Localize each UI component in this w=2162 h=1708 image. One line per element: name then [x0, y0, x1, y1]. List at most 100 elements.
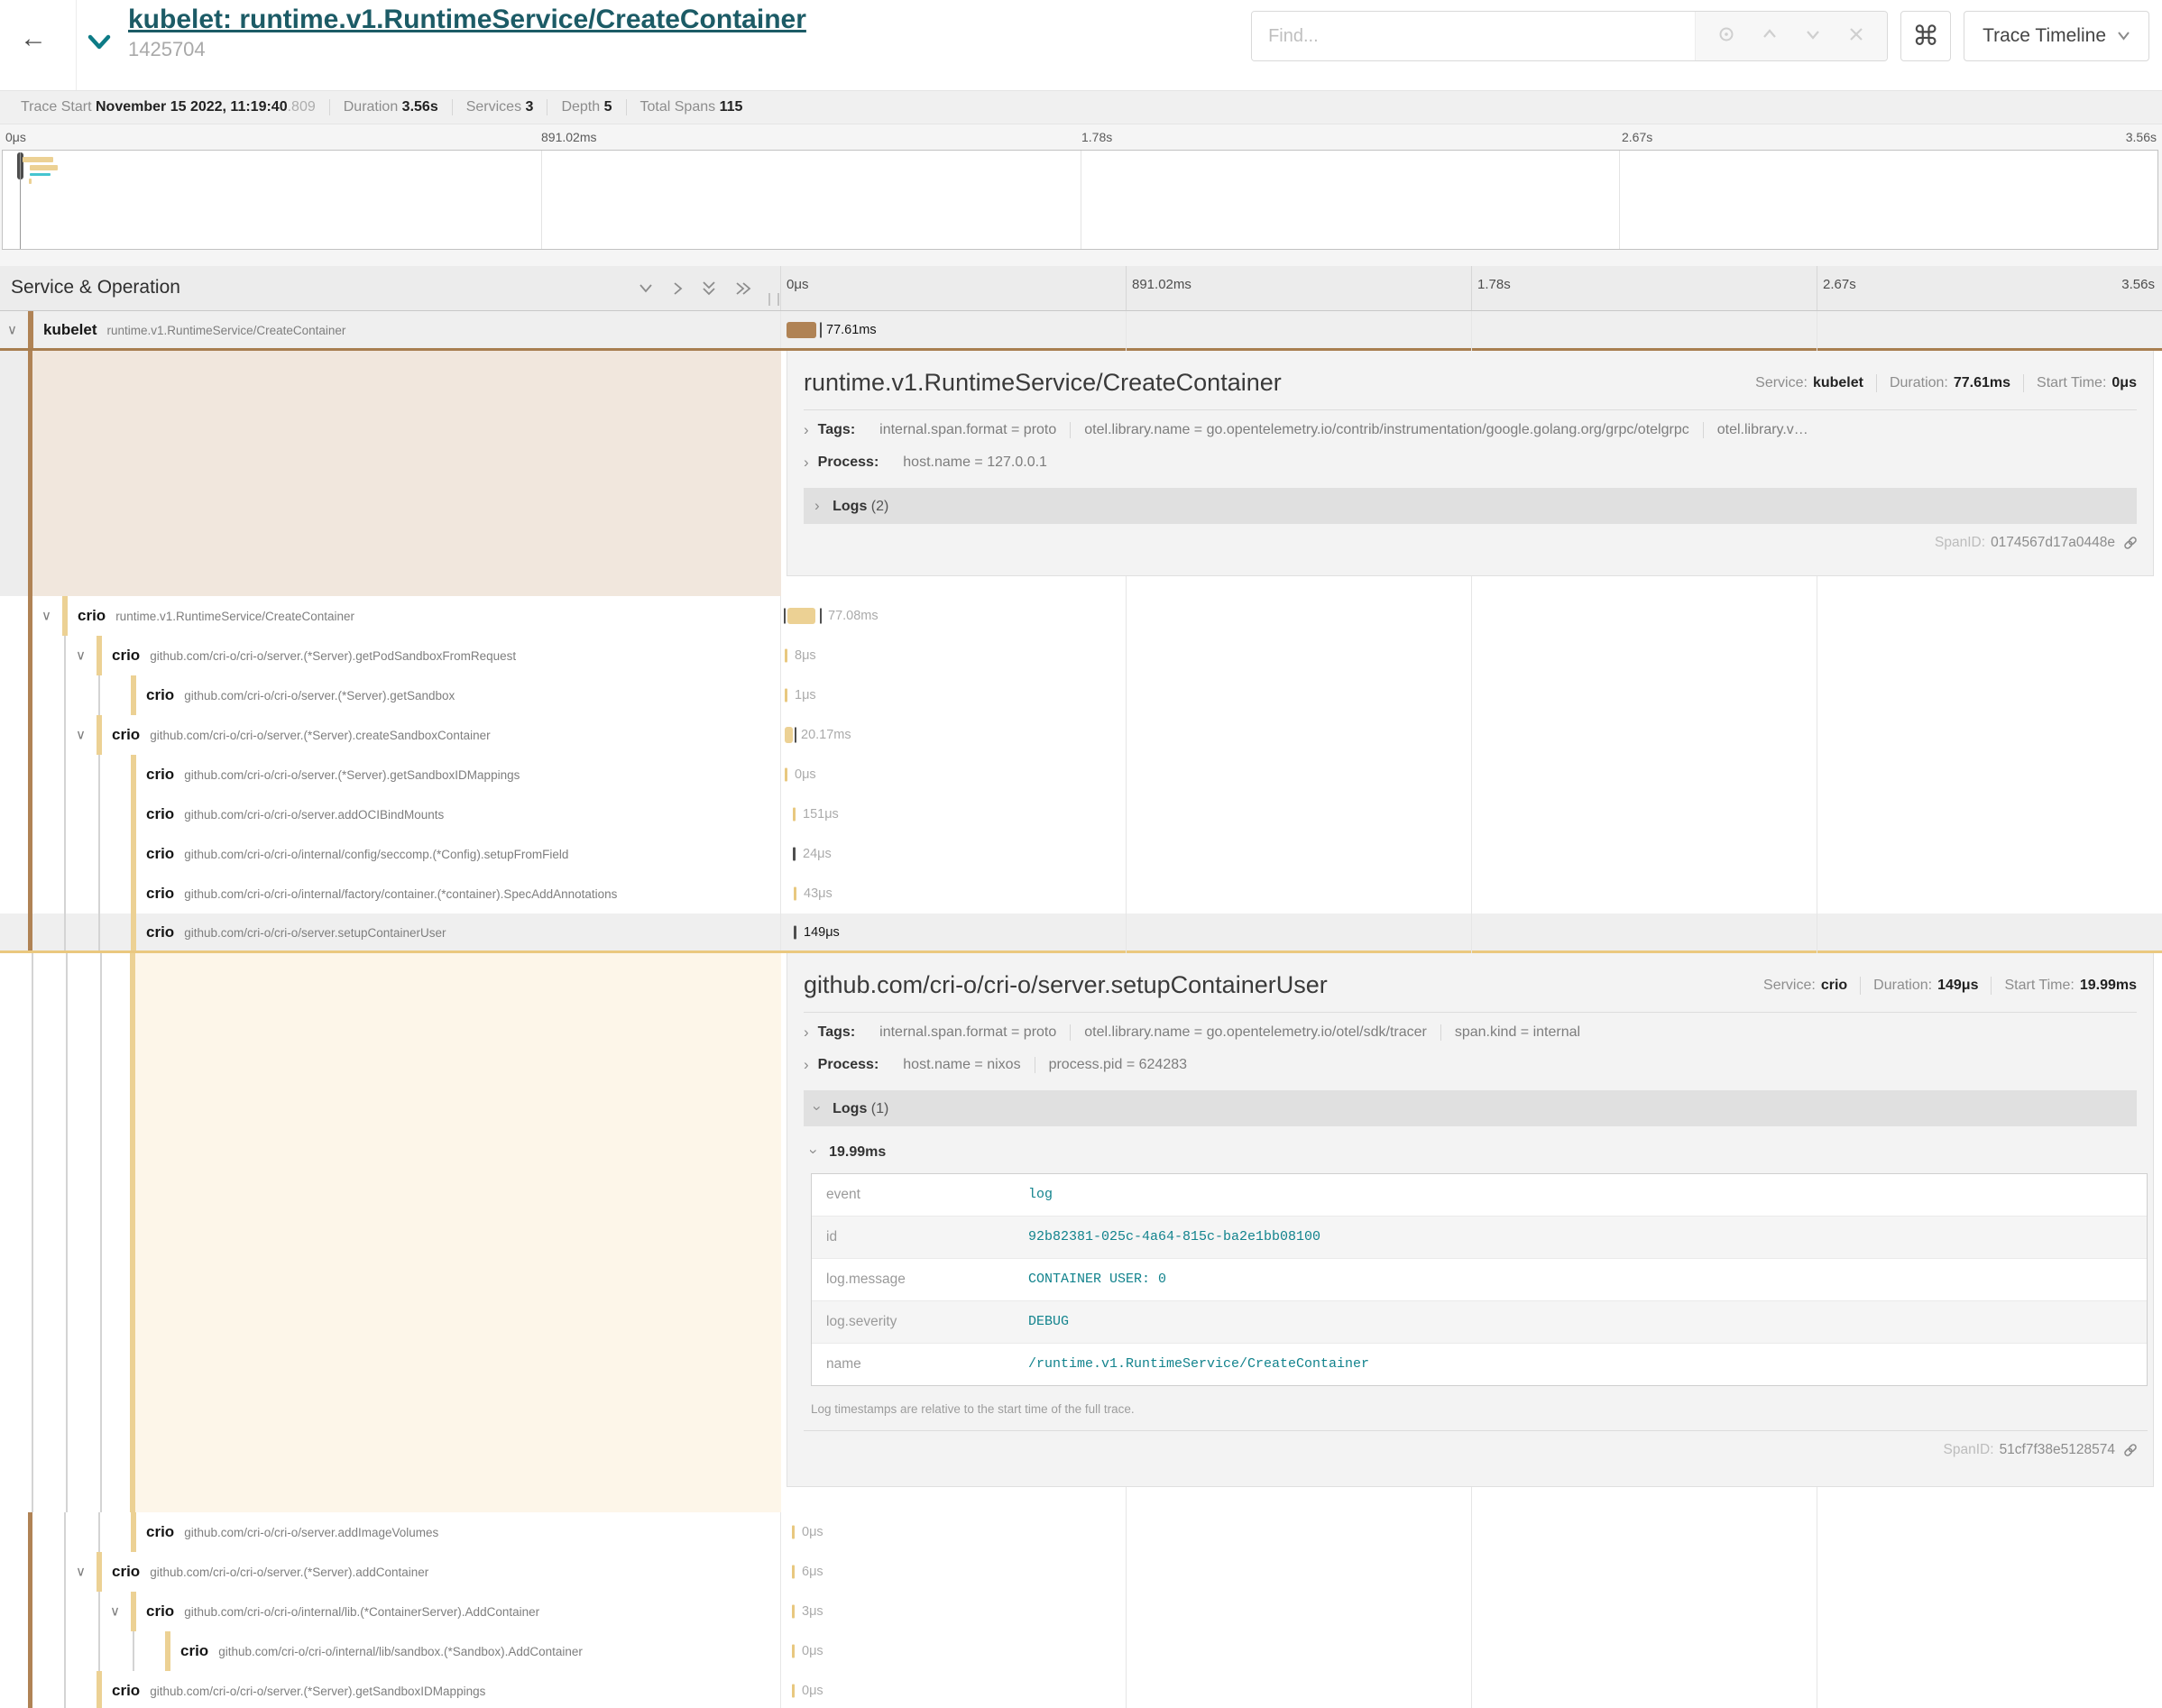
tag-item: otel.library.name = go.opentelemetry.io/…: [1070, 1024, 1440, 1041]
next-result-icon[interactable]: [1791, 24, 1835, 48]
span-name: criogithub.com/cri-o/cri-o/server.setupC…: [146, 923, 446, 941]
span-row[interactable]: criogithub.com/cri-o/cri-o/internal/conf…: [0, 834, 2162, 874]
operation-name: github.com/cri-o/cri-o/server.(*Server).…: [150, 1566, 428, 1579]
duration-label: 0μs: [802, 1525, 823, 1539]
collapse-one-icon[interactable]: [637, 280, 655, 301]
span-row[interactable]: ∨criogithub.com/cri-o/cri-o/server.(*Ser…: [0, 715, 2162, 755]
tags-accordion[interactable]: › Tags: internal.span.format = proto ote…: [787, 410, 2153, 443]
prev-result-icon[interactable]: [1748, 24, 1791, 48]
span-row[interactable]: ∨criogithub.com/cri-o/cri-o/internal/lib…: [0, 1592, 2162, 1631]
span-row[interactable]: ∨kubeletruntime.v1.RuntimeService/Create…: [0, 311, 2162, 351]
span-tick[interactable]: [794, 887, 796, 901]
expander-icon[interactable]: ∨: [7, 323, 17, 336]
expander-icon[interactable]: ∨: [76, 1566, 86, 1579]
log-mark: [795, 728, 796, 743]
tree-controls: [637, 280, 752, 301]
span-color-bar: [97, 715, 102, 755]
operation-name: github.com/cri-o/cri-o/internal/config/s…: [184, 848, 568, 861]
span-bar[interactable]: [785, 727, 793, 743]
log-timestamps-note: Log timestamps are relative to the start…: [804, 1386, 2148, 1431]
span-tick[interactable]: [793, 848, 796, 861]
indent-guide: [98, 1631, 100, 1671]
trace-duration: Duration 3.56s: [329, 99, 452, 115]
indent-guide: [28, 914, 32, 950]
indent-guide: [100, 953, 102, 1512]
span-id-row: SpanID: 51cf7f38e5128574: [787, 1431, 2153, 1458]
span-row[interactable]: criogithub.com/cri-o/cri-o/server.(*Serv…: [0, 1671, 2162, 1708]
find-input[interactable]: [1252, 12, 1695, 60]
service-name: crio: [112, 726, 140, 743]
span-row[interactable]: criogithub.com/cri-o/cri-o/server.addOCI…: [0, 794, 2162, 834]
chevron-down-icon: ›: [805, 1149, 823, 1154]
span-row[interactable]: ∨crioruntime.v1.RuntimeService/CreateCon…: [0, 596, 2162, 636]
column-resizer[interactable]: [768, 293, 779, 306]
span-tick[interactable]: [792, 1566, 795, 1579]
expand-all-icon[interactable]: [734, 280, 752, 301]
span-color-bar: [97, 1552, 102, 1592]
span-tick[interactable]: [792, 1605, 795, 1619]
span-tick[interactable]: [792, 1526, 795, 1539]
process-accordion[interactable]: › Process: host.name = nixos process.pid…: [787, 1045, 2153, 1078]
span-name-cell: criogithub.com/cri-o/cri-o/internal/fact…: [0, 874, 781, 914]
span-tick[interactable]: [785, 768, 787, 782]
span-row[interactable]: criogithub.com/cri-o/cri-o/internal/fact…: [0, 874, 2162, 914]
indent-guide: [28, 874, 32, 914]
trace-title-link[interactable]: kubelet: runtime.v1.RuntimeService/Creat…: [128, 4, 806, 36]
tags-accordion[interactable]: › Tags: internal.span.format = proto ote…: [787, 1013, 2153, 1045]
span-tick[interactable]: [792, 1685, 795, 1698]
logs-accordion[interactable]: › Logs (1): [804, 1090, 2137, 1126]
duration-label: 43μs: [804, 886, 833, 901]
expander-icon[interactable]: ∨: [41, 610, 51, 623]
minimap-tick: 1.78s: [1081, 130, 1112, 144]
minimap-tick: 891.02ms: [541, 130, 596, 144]
span-row[interactable]: criogithub.com/cri-o/cri-o/server.setupC…: [0, 914, 2162, 953]
span-color-bar: [28, 311, 33, 348]
indent-guide: [64, 1552, 66, 1592]
span-row[interactable]: criogithub.com/cri-o/cri-o/server.(*Serv…: [0, 675, 2162, 715]
span-tick[interactable]: [793, 808, 796, 822]
log-entry-header[interactable]: › 19.99ms: [811, 1128, 2137, 1161]
service-name: crio: [146, 1523, 174, 1540]
detail-span-name: runtime.v1.RuntimeService/CreateContaine…: [804, 369, 1755, 397]
view-select-button[interactable]: Trace Timeline: [1964, 11, 2149, 61]
indent-guide: [64, 675, 66, 715]
keyboard-shortcuts-button[interactable]: ⌘: [1900, 11, 1951, 61]
span-bar[interactable]: [787, 608, 815, 624]
link-icon[interactable]: [2122, 1442, 2139, 1458]
span-tick[interactable]: [785, 689, 787, 702]
span-row[interactable]: ∨criogithub.com/cri-o/cri-o/server.(*Ser…: [0, 636, 2162, 675]
span-id-value: 51cf7f38e5128574: [2000, 1442, 2115, 1458]
back-arrow-icon[interactable]: ←: [20, 25, 47, 52]
span-row[interactable]: criogithub.com/cri-o/cri-o/server.(*Serv…: [0, 755, 2162, 794]
span-tick[interactable]: [785, 649, 787, 663]
log-mark: [820, 322, 822, 337]
header-controls: ⌘ Trace Timeline: [1251, 11, 2149, 63]
indent-guide: [28, 1631, 32, 1671]
span-row[interactable]: criogithub.com/cri-o/cri-o/internal/lib/…: [0, 1631, 2162, 1671]
chevron-right-icon: ›: [804, 454, 809, 472]
minimap-gridline: [541, 151, 542, 249]
trace-collapse-icon[interactable]: [87, 32, 112, 55]
minimap-canvas[interactable]: [2, 150, 2158, 250]
indent-guide: [98, 914, 100, 950]
expand-one-icon[interactable]: [671, 280, 684, 301]
indent-guide: [98, 675, 100, 715]
expander-icon[interactable]: ∨: [110, 1605, 120, 1619]
operation-name: github.com/cri-o/cri-o/server.(*Server).…: [184, 768, 520, 782]
log-mark: [784, 609, 786, 624]
link-icon[interactable]: [2122, 535, 2139, 551]
span-tick[interactable]: [794, 925, 796, 939]
span-row[interactable]: ∨criogithub.com/cri-o/cri-o/server.(*Ser…: [0, 1552, 2162, 1592]
indent-guide: [64, 715, 66, 755]
expander-icon[interactable]: ∨: [76, 729, 86, 742]
process-accordion[interactable]: › Process: host.name = 127.0.0.1: [787, 443, 2153, 475]
locate-icon[interactable]: [1705, 24, 1748, 48]
indent-guide: [64, 1512, 66, 1552]
span-tick[interactable]: [792, 1645, 795, 1658]
span-bar[interactable]: [787, 322, 816, 338]
logs-accordion[interactable]: › Logs (2): [804, 488, 2137, 524]
collapse-all-icon[interactable]: [700, 280, 718, 301]
span-row[interactable]: criogithub.com/cri-o/cri-o/server.addIma…: [0, 1512, 2162, 1552]
clear-find-icon[interactable]: [1835, 25, 1878, 47]
expander-icon[interactable]: ∨: [76, 649, 86, 663]
